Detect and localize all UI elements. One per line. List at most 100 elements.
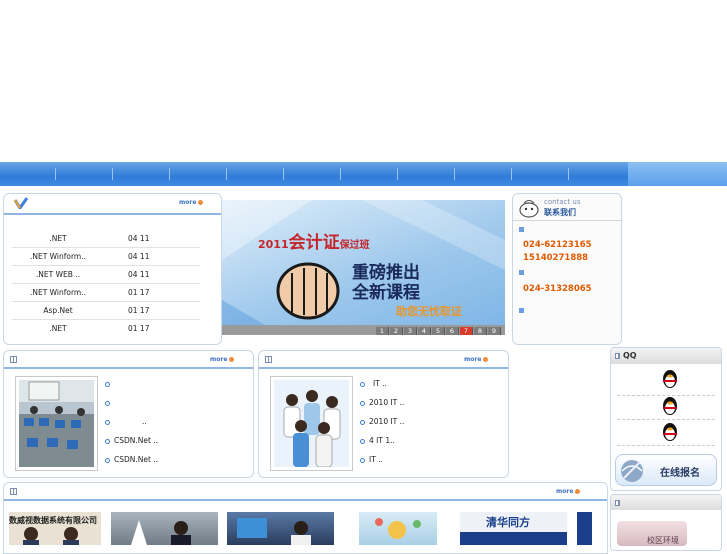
qq-header: QQ — [611, 348, 721, 364]
course-row[interactable]: .NET Winform.. 04 11 — [12, 247, 200, 266]
news-left-panel: more .. CSDN.Net .. CSDN.Net .. — [3, 350, 254, 478]
nav-separator — [397, 168, 398, 180]
news-right-item[interactable]: 2010 IT .. — [360, 417, 404, 426]
course-row[interactable]: .NET Winform.. 01 17 — [12, 283, 200, 302]
contact-title-zh: 联系我们 — [544, 208, 576, 217]
bullet-icon — [105, 400, 110, 406]
nav-separator — [340, 168, 341, 180]
banner-page-3[interactable]: 3 — [404, 327, 417, 335]
students-photo-frame — [270, 376, 353, 471]
gallery-photo-poster[interactable] — [359, 512, 437, 545]
signup-label: 在线报名 — [660, 468, 700, 479]
news-right-item[interactable]: IT .. — [360, 379, 387, 388]
contact-panel: contact us 联系我们 024-62123165 15140271888… — [512, 193, 622, 345]
course-date: 04 11 — [128, 252, 150, 261]
news-right-item[interactable]: IT .. — [360, 455, 383, 464]
fist-image — [276, 262, 340, 320]
contact-mascot-icon — [519, 200, 539, 218]
course-title[interactable]: Asp.Net — [12, 306, 104, 315]
gallery-people — [237, 518, 311, 545]
course-row[interactable]: Asp.Net 01 17 — [12, 301, 200, 320]
contact-marker-icon — [519, 270, 524, 275]
promo-banner[interactable]: 2011会计证保过班 重磅推出 全新课程 助您无忧取证 1 2 3 4 5 6 … — [222, 200, 505, 335]
campus-header — [611, 495, 721, 510]
banner-tagline: 助您无忧取证 — [396, 305, 462, 318]
course-list-header: more — [4, 194, 221, 215]
banner-pager-bar: 1 2 3 4 5 6 7 8 9 — [222, 325, 505, 335]
grid-icon — [265, 356, 272, 363]
gallery-people — [23, 527, 79, 545]
nav-right-block — [628, 162, 727, 186]
campus-panel: 校区环境 — [610, 494, 722, 551]
contact-divider — [513, 220, 621, 221]
news-right-more-link[interactable]: more — [464, 356, 489, 363]
news-left-header: more — [4, 351, 253, 369]
course-more-link[interactable]: more — [179, 199, 204, 206]
course-row[interactable]: .NET 04 11 — [12, 229, 200, 248]
bullet-icon — [360, 457, 365, 463]
nav-separator — [226, 168, 227, 180]
news-left-item[interactable]: .. — [105, 417, 147, 426]
news-right-panel: more IT .. 2010 IT .. 2010 IT .. 4 IT 1.… — [258, 350, 509, 478]
contact-phone-2: 15140271888 — [523, 253, 589, 263]
online-signup-button[interactable]: 在线报名 — [615, 454, 717, 486]
bullet-icon — [360, 400, 365, 406]
news-left-more-link[interactable]: more — [210, 356, 235, 363]
news-left-item[interactable]: CSDN.Net .. — [105, 436, 158, 445]
banner-page-5[interactable]: 5 — [432, 327, 445, 335]
gallery-more-link[interactable]: more — [556, 488, 581, 495]
gallery-banner-strip — [460, 532, 567, 545]
gallery-photo-caption: 清华同方 — [486, 516, 530, 529]
campus-photo[interactable]: 校区环境 — [617, 521, 687, 546]
gallery-photo-tongfang[interactable]: 清华同方 — [460, 512, 567, 545]
course-row[interactable]: .NET WEB .. 04 11 — [12, 265, 200, 284]
news-right-item[interactable]: 2010 IT .. — [360, 398, 404, 407]
banner-page-4[interactable]: 4 — [418, 327, 431, 335]
gallery-photo-partial[interactable] — [577, 512, 592, 545]
nav-separator — [55, 168, 56, 180]
bullet-icon — [105, 438, 110, 444]
bullet-icon — [105, 457, 110, 463]
qq-penguin-icon[interactable] — [659, 396, 681, 416]
course-row[interactable]: .NET 01 17 — [12, 319, 200, 337]
qq-divider — [617, 445, 715, 447]
banner-title: 2011会计证保过班 — [258, 233, 370, 253]
grid-icon — [10, 488, 17, 495]
qq-penguin-icon[interactable] — [659, 369, 681, 389]
contact-marker-icon — [519, 227, 524, 232]
check-logo-icon — [14, 197, 28, 209]
classroom-photo-frame — [15, 376, 98, 471]
gallery-poster-art — [375, 518, 421, 539]
gallery-photo-meeting[interactable] — [111, 512, 218, 545]
banner-page-1[interactable]: 1 — [376, 327, 389, 335]
students-photo — [274, 380, 349, 467]
banner-page-9[interactable]: 9 — [488, 327, 501, 335]
gallery-photo-company[interactable]: 数威视数据系统有限公司 — [9, 512, 101, 545]
banner-line2: 全新课程 — [352, 283, 420, 303]
banner-page-2[interactable]: 2 — [390, 327, 403, 335]
news-left-item[interactable] — [105, 379, 114, 388]
main-nav-bar — [0, 162, 727, 186]
course-title[interactable]: .NET Winform.. — [12, 252, 104, 261]
course-title[interactable]: .NET Winform.. — [12, 288, 104, 297]
course-title[interactable]: .NET — [12, 324, 104, 333]
news-right-header: more — [259, 351, 508, 369]
course-title[interactable]: .NET WEB .. — [12, 270, 104, 279]
news-right-item[interactable]: 4 IT 1.. — [360, 436, 395, 445]
bullet-icon — [360, 419, 365, 425]
qq-penguin-icon[interactable] — [659, 422, 681, 442]
course-title[interactable]: .NET — [12, 234, 104, 243]
nav-separator — [283, 168, 284, 180]
contact-phone-1: 024-62123165 — [523, 240, 592, 250]
banner-page-6[interactable]: 6 — [446, 327, 459, 335]
contact-phone-3: 024-31328065 — [523, 284, 592, 294]
grid-icon — [615, 500, 620, 506]
gallery-photo-stage[interactable] — [227, 512, 334, 545]
course-list-panel: more .NET 04 11 .NET Winform.. 04 11 .NET … — [3, 193, 222, 345]
banner-page-7[interactable]: 7 — [460, 327, 473, 335]
qq-divider — [617, 419, 715, 421]
news-left-item[interactable] — [105, 398, 114, 407]
gallery-header: more — [4, 483, 607, 501]
banner-page-8[interactable]: 8 — [474, 327, 487, 335]
news-left-item[interactable]: CSDN.Net .. — [105, 455, 158, 464]
